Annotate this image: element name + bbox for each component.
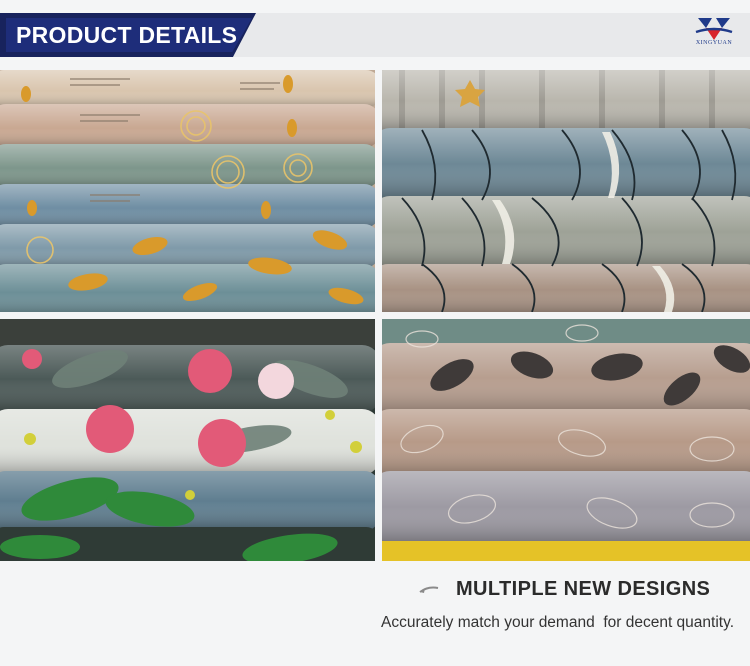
gallery-photo-gold-print [0,70,375,312]
page-title: PRODUCT DETAILS [16,22,238,48]
gallery-photo-wave-print [382,70,750,312]
fabric-rolls-image [0,70,375,312]
swoosh-arrow-icon [419,586,439,593]
fabric-rolls-image [382,319,750,561]
fabric-rolls-image [382,70,750,312]
brand-name: XINGYUAN [695,40,733,46]
section-tagline: Accurately match your demand for decent … [381,614,734,631]
gallery-photo-leaf-print [382,319,750,561]
fabric-rolls-image [0,319,375,561]
section-heading: MULTIPLE NEW DESIGNS [456,578,711,600]
gallery-photo-tropical-print [0,319,375,561]
